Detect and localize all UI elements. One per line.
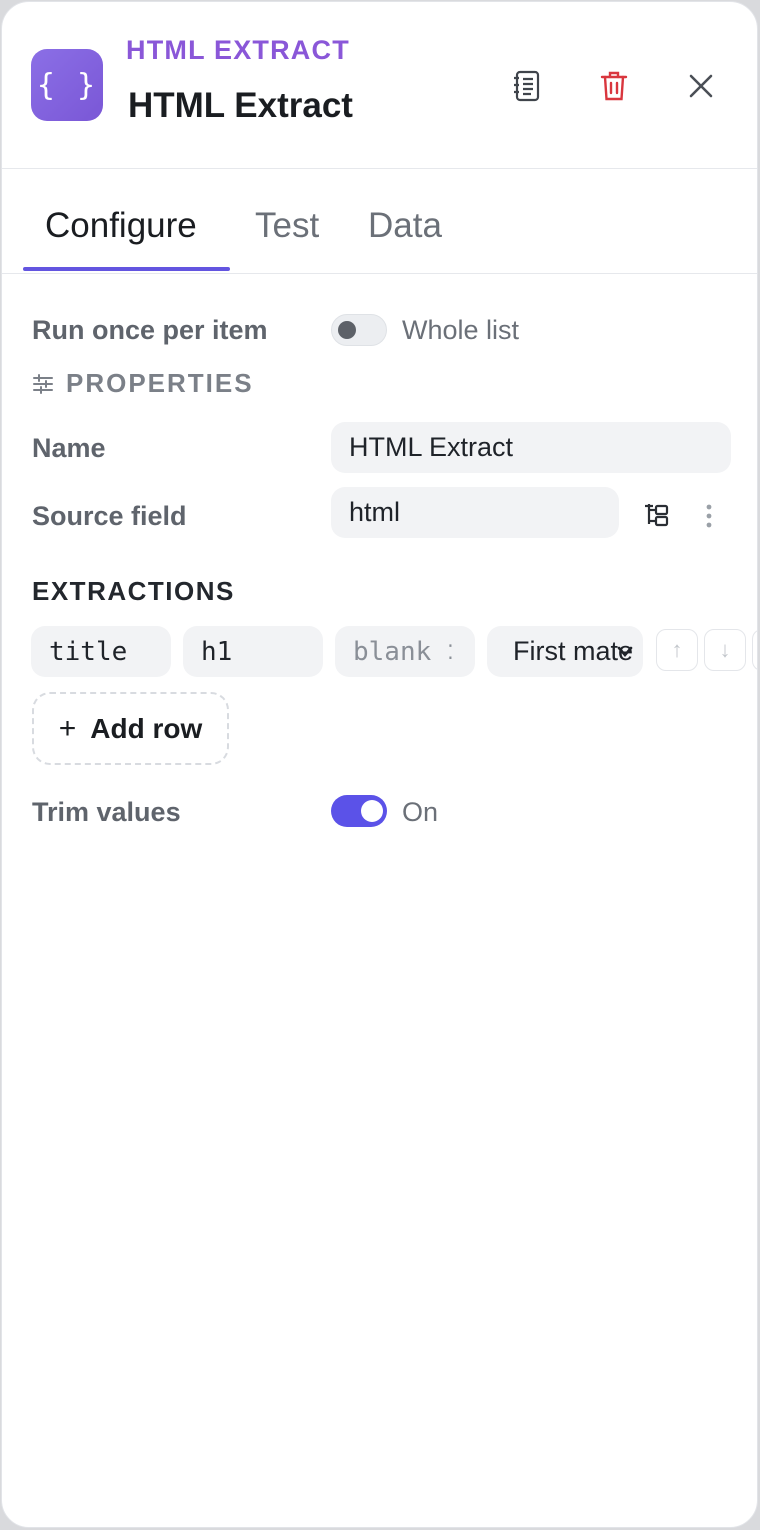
run-mode-toggle[interactable]	[331, 314, 387, 346]
extraction-selector-input[interactable]: h1	[183, 626, 323, 677]
name-field[interactable]: HTML Extract	[331, 422, 731, 473]
field-picker-button[interactable]	[638, 498, 676, 532]
panel-header: { } HTML EXTRACT HTML Extract	[2, 2, 757, 169]
run-mode-label: Run once per item	[32, 315, 268, 345]
node-type-label: HTML EXTRACT	[126, 35, 350, 65]
trash-icon	[600, 71, 628, 101]
extraction-mode-select[interactable]: First mate	[487, 626, 643, 677]
trim-values-toggle[interactable]	[331, 795, 387, 827]
more-vertical-icon	[706, 504, 712, 528]
arrow-up-icon: ↑	[671, 637, 683, 662]
drag-dots-icon: ⁚	[447, 639, 454, 664]
name-label: Name	[32, 433, 106, 463]
properties-section-label: PROPERTIES	[66, 368, 254, 398]
docs-button[interactable]	[505, 64, 549, 108]
move-down-button[interactable]: ↓	[704, 629, 746, 671]
node-config-panel: { } HTML EXTRACT HTML Extract Configure …	[1, 1, 758, 1528]
tab-configure[interactable]: Configure	[45, 206, 197, 246]
close-button[interactable]	[679, 64, 723, 108]
extractions-section-label: EXTRACTIONS	[32, 576, 235, 606]
more-options-button[interactable]	[697, 500, 721, 532]
active-tab-indicator	[23, 267, 230, 271]
extraction-mode-value: First mate	[513, 636, 634, 666]
add-row-button[interactable]: + Add row	[32, 692, 229, 765]
add-row-label: Add row	[90, 712, 203, 744]
arrow-down-icon: ↓	[719, 637, 731, 662]
tab-data[interactable]: Data	[368, 206, 442, 246]
tab-bar: Configure Test Data	[2, 168, 757, 274]
run-mode-toggle-label: Whole list	[402, 315, 520, 345]
node-type-icon: { }	[31, 49, 103, 121]
trim-values-toggle-label: On	[402, 797, 439, 827]
sliders-icon	[33, 373, 53, 394]
tree-structure-icon	[645, 504, 669, 527]
node-title: HTML Extract	[128, 86, 353, 125]
docs-icon	[514, 70, 540, 102]
delete-button[interactable]	[592, 64, 636, 108]
extraction-attribute-placeholder: blank	[353, 636, 432, 667]
toggle-knob	[361, 800, 383, 822]
properties-section-header: PROPERTIES	[32, 368, 254, 399]
extraction-attribute-input[interactable]: blank ⁚	[335, 626, 475, 677]
close-icon	[689, 74, 713, 98]
tab-test[interactable]: Test	[255, 206, 319, 246]
source-field-input[interactable]: html	[331, 487, 619, 538]
move-up-button[interactable]: ↑	[656, 629, 698, 671]
source-field-label: Source field	[32, 501, 187, 531]
chevron-down-icon	[617, 646, 633, 657]
trim-values-label: Trim values	[32, 797, 181, 827]
extraction-key-input[interactable]: title	[31, 626, 171, 677]
toggle-knob	[338, 321, 356, 339]
plus-icon: +	[58, 711, 77, 745]
remove-row-button[interactable]	[752, 629, 757, 671]
